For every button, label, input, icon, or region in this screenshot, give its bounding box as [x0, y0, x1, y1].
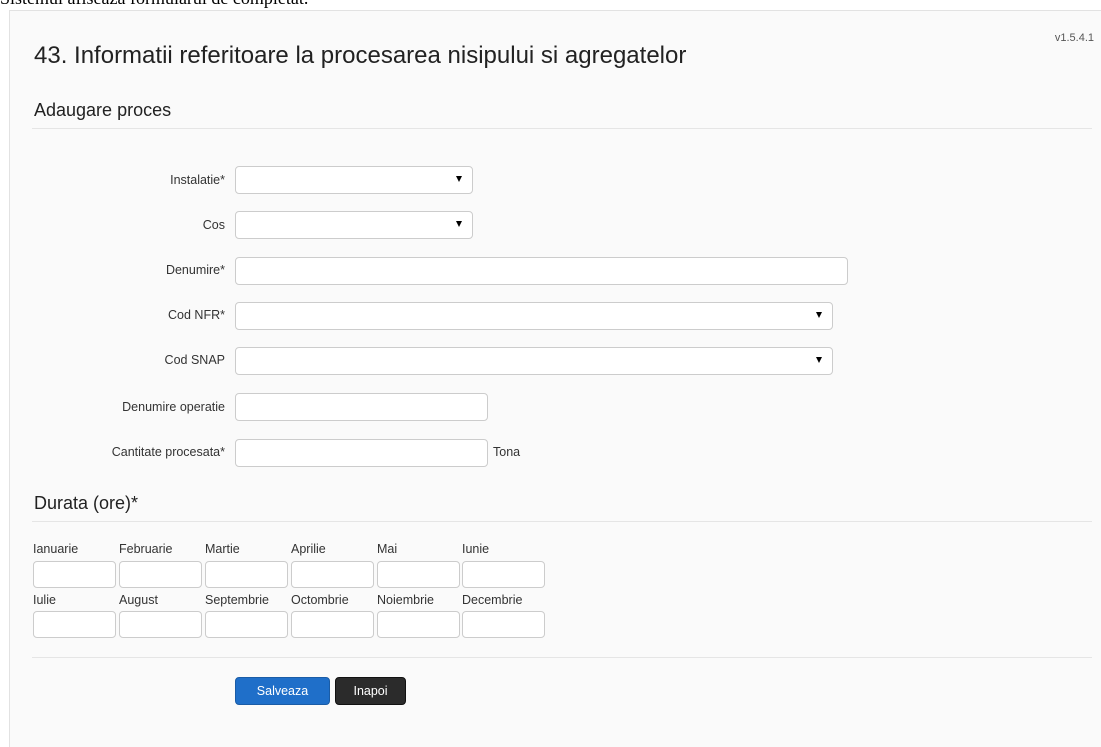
month-label-iunie: Iunie: [462, 542, 490, 556]
denumire-input[interactable]: [235, 257, 848, 285]
cantitate-unit-label: Tona: [493, 445, 521, 459]
cantitate-procesata-input[interactable]: [235, 439, 488, 467]
month-label-august: August: [119, 593, 158, 607]
cos-select[interactable]: [235, 211, 473, 239]
caret-down-icon: [816, 312, 822, 318]
cod-snap-label: Cod SNAP: [164, 353, 225, 367]
section-title-adaugare-proces: Adaugare proces: [34, 100, 172, 120]
cod-snap-select[interactable]: [235, 347, 833, 375]
month-input-septembrie[interactable]: [205, 611, 288, 638]
caret-down-icon: [456, 176, 462, 182]
month-label-februarie: Februarie: [119, 542, 173, 556]
page-title: 43. Informatii referitoare la procesarea…: [34, 42, 687, 69]
denumire-operatie-input[interactable]: [235, 393, 488, 421]
section-title-durata: Durata (ore)*: [34, 493, 139, 513]
caret-down-icon: [456, 221, 462, 227]
cod-nfr-select[interactable]: [235, 302, 833, 330]
month-input-ianuarie[interactable]: [33, 561, 116, 588]
month-label-mai: Mai: [377, 542, 398, 556]
month-label-iulie: Iulie: [33, 593, 56, 607]
form-footer-divider: [32, 657, 1092, 658]
cod-nfr-label: Cod NFR*: [168, 308, 225, 322]
version-label: v1.5.4.1: [1054, 32, 1094, 44]
month-label-ianuarie: Ianuarie: [33, 542, 79, 556]
month-input-martie[interactable]: [205, 561, 288, 588]
instalatie-label: Instalatie*: [170, 173, 225, 187]
month-label-septembrie: Septembrie: [205, 593, 269, 607]
section-divider: [32, 128, 1092, 129]
denumire-label: Denumire*: [165, 263, 225, 277]
instalatie-select[interactable]: [235, 166, 473, 194]
save-button[interactable]: Salveaza: [235, 677, 330, 705]
page-instruction-text: Sistemul afiseaza formularul de completa…: [0, 0, 308, 9]
denumire-operatie-label: Denumire operatie: [122, 400, 225, 414]
month-input-iunie[interactable]: [462, 561, 545, 588]
cantitate-procesata-label: Cantitate procesata*: [111, 445, 225, 459]
month-input-octombrie[interactable]: [291, 611, 374, 638]
month-label-decembrie: Decembrie: [462, 593, 523, 607]
section-divider: [32, 521, 1092, 522]
month-input-august[interactable]: [119, 611, 202, 638]
month-input-decembrie[interactable]: [462, 611, 545, 638]
back-button[interactable]: Inapoi: [335, 677, 406, 705]
month-label-martie: Martie: [205, 542, 240, 556]
month-input-februarie[interactable]: [119, 561, 202, 588]
form-panel: v1.5.4.1 43. Informatii referitoare la p…: [9, 10, 1101, 747]
month-input-aprilie[interactable]: [291, 561, 374, 588]
month-label-aprilie: Aprilie: [291, 542, 326, 556]
month-input-iulie[interactable]: [33, 611, 116, 638]
month-label-octombrie: Octombrie: [291, 593, 349, 607]
cos-label: Cos: [202, 218, 225, 232]
month-label-noiembrie: Noiembrie: [377, 593, 434, 607]
caret-down-icon: [816, 357, 822, 363]
month-input-noiembrie[interactable]: [377, 611, 460, 638]
month-input-mai[interactable]: [377, 561, 460, 588]
